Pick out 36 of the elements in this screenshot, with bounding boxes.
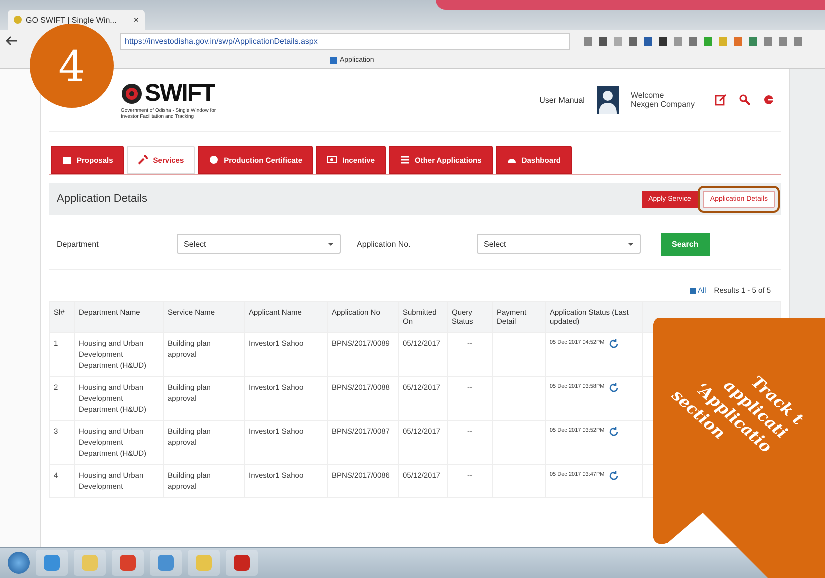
target-logo-icon xyxy=(121,83,143,105)
company-name: Nexgen Company xyxy=(630,100,695,109)
welcome-text: Welcome xyxy=(630,91,666,100)
taskbar-app-icon[interactable] xyxy=(112,550,144,576)
search-button[interactable]: Search xyxy=(661,232,710,256)
department-dropdown[interactable]: Select xyxy=(177,234,341,254)
circle-icon xyxy=(209,155,220,165)
browser-tab[interactable]: GO SWIFT | Single Win... × xyxy=(8,10,145,30)
edit-icon[interactable] xyxy=(715,94,727,106)
caret-icon xyxy=(328,242,334,248)
taskbar-app-icon[interactable] xyxy=(226,550,258,576)
refresh-icon[interactable] xyxy=(608,470,619,480)
banknote-icon xyxy=(327,155,338,165)
list-icon xyxy=(400,155,410,165)
wrench-icon xyxy=(138,155,148,165)
logout-icon[interactable] xyxy=(763,94,775,106)
user-manual-link[interactable]: User Manual xyxy=(540,96,585,104)
taskbar-app-icon[interactable] xyxy=(36,550,68,576)
application-dropdown[interactable]: Select xyxy=(477,234,641,254)
panel-title: Application Details xyxy=(57,193,148,205)
back-arrow-icon[interactable] xyxy=(6,36,18,46)
start-button[interactable] xyxy=(8,552,30,574)
taskbar-app-icon[interactable] xyxy=(150,550,182,576)
refresh-icon[interactable] xyxy=(608,338,619,348)
address-bar[interactable]: https://investodisha.gov.in/swp/ApplicationDetails.aspx xyxy=(120,32,570,50)
refresh-icon[interactable] xyxy=(608,382,619,392)
favicon-icon xyxy=(14,16,22,24)
field-label: Application No. xyxy=(357,240,412,248)
close-tab-button[interactable]: × xyxy=(134,15,139,25)
avatar-silhouette-icon xyxy=(596,86,619,114)
search-icon[interactable] xyxy=(739,94,751,106)
logo-title: SWIFT xyxy=(145,80,215,108)
caret-icon xyxy=(628,242,634,248)
refresh-icon[interactable] xyxy=(608,426,619,436)
field-label: Department xyxy=(57,240,100,248)
building-icon xyxy=(62,155,72,165)
